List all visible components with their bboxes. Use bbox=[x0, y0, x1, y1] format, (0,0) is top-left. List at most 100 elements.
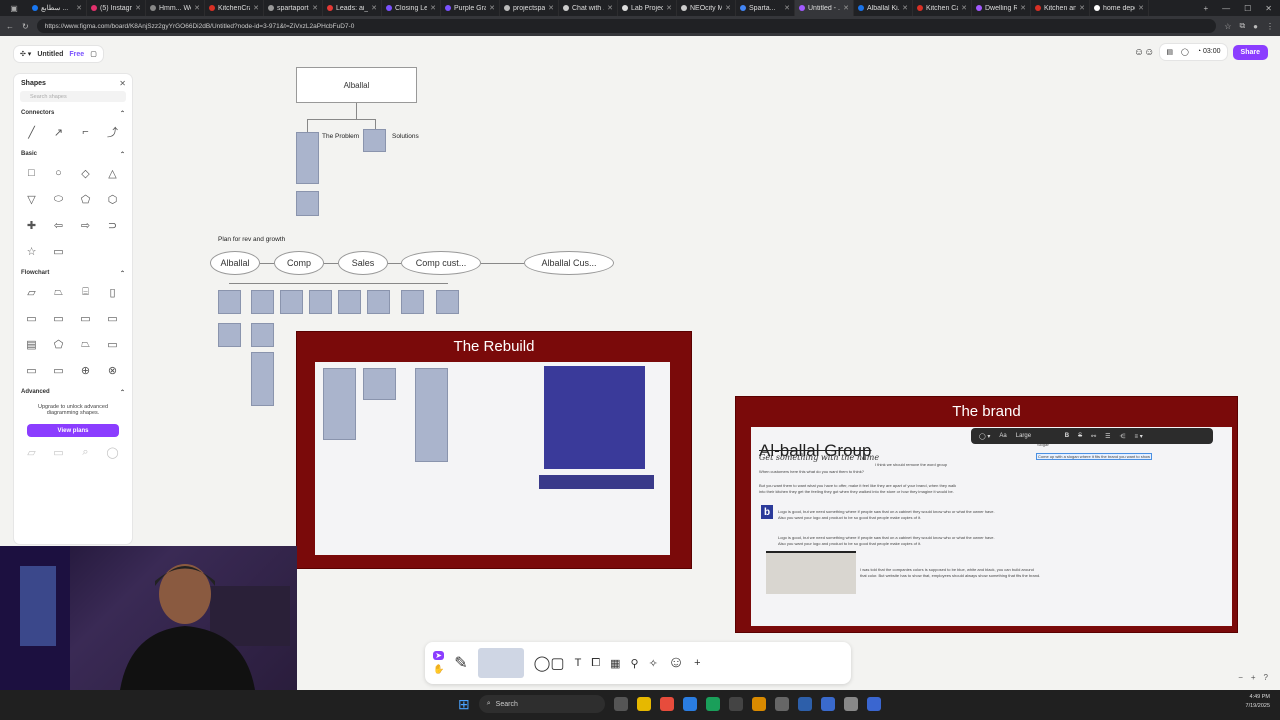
share-button[interactable]: Share bbox=[1232, 44, 1268, 60]
brand-paragraph[interactable]: Logo is good, but we need something wher… bbox=[778, 535, 995, 540]
chevron-shape-icon[interactable]: ⊃ bbox=[99, 214, 126, 236]
straight-line-icon[interactable]: ╱ bbox=[18, 121, 45, 143]
app-icon[interactable] bbox=[774, 697, 789, 711]
brand-document[interactable]: Al-ballal Group Get something with the n… bbox=[751, 427, 1232, 626]
file-explorer-icon[interactable] bbox=[636, 697, 651, 711]
embedded-image[interactable] bbox=[539, 475, 654, 489]
process-icon[interactable]: ▯ bbox=[99, 281, 126, 303]
file-menu[interactable]: ✣ ▾ Untitled Free ▢ bbox=[14, 46, 103, 62]
tab-close-icon[interactable]: ✕ bbox=[76, 4, 82, 12]
curved-connector-icon[interactable]: ⤴ bbox=[99, 121, 126, 143]
window-menu-icon[interactable]: ▣ bbox=[0, 0, 28, 16]
browser-tab[interactable]: Sparta... ✕ bbox=[736, 0, 795, 16]
sticky-note[interactable] bbox=[367, 290, 390, 314]
arrow-right-icon[interactable]: ⇨ bbox=[72, 214, 99, 236]
tab-close-icon[interactable]: ✕ bbox=[371, 4, 377, 12]
text-tool-icon[interactable]: T bbox=[575, 657, 582, 669]
tab-close-icon[interactable]: ✕ bbox=[1138, 4, 1144, 12]
share-node-icon[interactable]: ⋲ bbox=[1120, 433, 1126, 440]
edge-icon[interactable] bbox=[682, 697, 697, 711]
triangle-icon[interactable]: △ bbox=[99, 162, 126, 184]
hand-icon[interactable]: ✋ bbox=[433, 664, 444, 675]
more-tools-icon[interactable]: + bbox=[694, 657, 700, 669]
tab-close-icon[interactable]: ✕ bbox=[902, 4, 908, 12]
strikethrough-icon[interactable]: S bbox=[1078, 433, 1082, 439]
internal-storage-icon[interactable]: ▤ bbox=[18, 333, 45, 355]
tab-close-icon[interactable]: ✕ bbox=[961, 4, 967, 12]
square-icon[interactable]: □ bbox=[18, 162, 45, 184]
browser-tab[interactable]: home depo...✕ bbox=[1090, 0, 1149, 16]
brand-paragraph[interactable]: into their kitchen they get the feeling … bbox=[759, 489, 954, 494]
flow-node[interactable]: Alballal Cus... bbox=[524, 251, 614, 275]
sticky-note[interactable] bbox=[296, 191, 319, 216]
data-shape-icon[interactable]: ▭ bbox=[45, 359, 72, 381]
flow-node[interactable]: Sales bbox=[338, 251, 388, 275]
product-image[interactable] bbox=[766, 551, 856, 594]
tab-close-icon[interactable]: ✕ bbox=[135, 4, 141, 12]
browser-tab[interactable]: سطابع ... ✕ bbox=[28, 0, 87, 16]
taskbar-search[interactable]: ⌕ Search bbox=[478, 695, 605, 713]
embedded-image[interactable] bbox=[544, 366, 645, 469]
browser-tab[interactable]: NEOcity M...✕ bbox=[677, 0, 736, 16]
task-view-icon[interactable] bbox=[613, 697, 628, 711]
advanced-section[interactable]: Advanced ⌃ bbox=[14, 381, 132, 400]
connectors-section[interactable]: Connectors ⌃ bbox=[14, 102, 132, 121]
app-icon[interactable] bbox=[820, 697, 835, 711]
chat-icon[interactable]: ◯ bbox=[1181, 48, 1189, 56]
browser-tab[interactable]: (5) Instagr...✕ bbox=[87, 0, 146, 16]
sticky-note[interactable] bbox=[251, 290, 274, 314]
view-plans-button[interactable]: View plans bbox=[27, 424, 119, 437]
pentagon-icon[interactable]: ⬠ bbox=[72, 188, 99, 210]
solutions-label[interactable]: Solutions bbox=[392, 133, 419, 140]
tab-close-icon[interactable]: ✕ bbox=[843, 4, 849, 12]
sticky-stack-icon[interactable] bbox=[477, 648, 524, 678]
bold-icon[interactable]: B bbox=[1065, 433, 1069, 439]
brand-paragraph[interactable]: Also you want your logo and product to b… bbox=[778, 515, 921, 520]
flowchart-section[interactable]: Flowchart ⌃ bbox=[14, 262, 132, 281]
slogan-box[interactable]: Come up with a slogan where it fits the … bbox=[1036, 453, 1153, 460]
cylinder-icon[interactable]: ⌸ bbox=[72, 281, 99, 303]
brand-paragraph[interactable]: Also you want your logo and product to b… bbox=[778, 541, 921, 546]
system-tray[interactable]: 4:49 PM 7/19/2025 bbox=[1246, 693, 1270, 711]
browser-tab[interactable]: Purple Gra...✕ bbox=[441, 0, 500, 16]
basic-section[interactable]: Basic ⌃ bbox=[14, 143, 132, 162]
tab-close-icon[interactable]: ✕ bbox=[430, 4, 436, 12]
summing-junction-icon[interactable]: ⊗ bbox=[99, 359, 126, 381]
back-icon[interactable]: ← bbox=[6, 22, 14, 31]
app-icon[interactable] bbox=[705, 697, 720, 711]
figjam-logo-icon[interactable]: ✣ ▾ bbox=[20, 50, 31, 58]
profile-avatar[interactable]: ● bbox=[1253, 22, 1258, 31]
brand-paragraph[interactable]: Logo is good, but we need something wher… bbox=[778, 509, 995, 514]
browser-tab[interactable]: Dwelling R...✕ bbox=[972, 0, 1031, 16]
browser-tab[interactable]: Kitchen Ca...✕ bbox=[913, 0, 972, 16]
tab-close-icon[interactable]: ✕ bbox=[253, 4, 259, 12]
plan-label[interactable]: Plan for rev and growth bbox=[218, 236, 285, 243]
sticky-note[interactable] bbox=[251, 352, 274, 406]
table-icon[interactable]: ▦ bbox=[610, 657, 620, 670]
brand-note[interactable]: I think we should remove the word group bbox=[875, 462, 947, 467]
trapezoid-icon[interactable]: ⏢ bbox=[45, 281, 72, 303]
manual-op-icon[interactable]: ⏢ bbox=[72, 333, 99, 355]
close-window-icon[interactable]: ✕ bbox=[1265, 4, 1272, 13]
browser-tab[interactable]: Alballal Ki...✕ bbox=[854, 0, 913, 16]
marker-icon[interactable]: ✎ bbox=[454, 653, 467, 673]
brand-paragraph[interactable]: that color. But website has to show that… bbox=[860, 573, 1040, 578]
star-shape-icon[interactable]: ☆ bbox=[18, 240, 45, 262]
sticky-note[interactable] bbox=[401, 290, 424, 314]
tab-close-icon[interactable]: ✕ bbox=[607, 4, 613, 12]
document-shape-icon[interactable]: ▭ bbox=[18, 307, 45, 329]
ai-icon[interactable]: ✧ bbox=[649, 657, 658, 670]
app-icon[interactable] bbox=[728, 697, 743, 711]
font-size-dropdown[interactable]: Large bbox=[1016, 433, 1056, 439]
flow-node[interactable]: Comp cust... bbox=[401, 251, 481, 275]
new-tab-button[interactable]: + bbox=[1203, 4, 1208, 13]
url-field[interactable]: https://www.figma.com/board/K8AnjSzz2gyY… bbox=[36, 19, 1217, 33]
app-icon[interactable] bbox=[797, 697, 812, 711]
zoom-out-icon[interactable]: − bbox=[1238, 673, 1243, 682]
stamp-icon[interactable]: ⚲ bbox=[631, 657, 639, 670]
list-icon[interactable]: ☰ bbox=[1105, 433, 1110, 440]
arrow-line-icon[interactable]: ↗ bbox=[45, 121, 72, 143]
sticky-note[interactable] bbox=[338, 290, 361, 314]
browser-tab[interactable]: Untitled - ...✕ bbox=[795, 0, 854, 16]
rebuild-document[interactable] bbox=[315, 362, 670, 555]
